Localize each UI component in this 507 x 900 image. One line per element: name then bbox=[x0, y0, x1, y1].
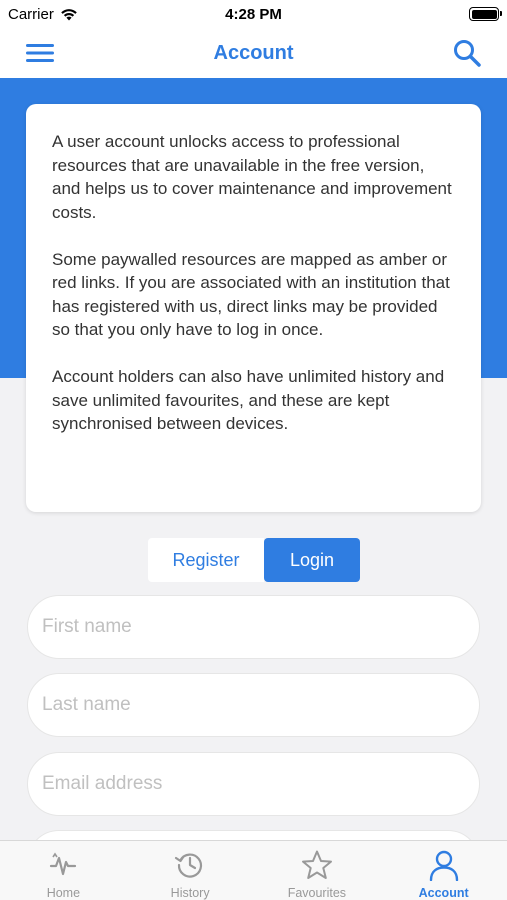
user-icon bbox=[427, 848, 461, 882]
info-paragraph-3: Account holders can also have unlimited … bbox=[52, 367, 445, 433]
info-paragraph-2: Some paywalled resources are mapped as a… bbox=[52, 249, 450, 340]
battery-icon bbox=[469, 7, 502, 21]
first-name-input[interactable] bbox=[27, 595, 480, 659]
tab-label-account: Account bbox=[418, 886, 469, 900]
info-paragraph-1: A user account unlocks access to profess… bbox=[52, 132, 452, 222]
email-input[interactable] bbox=[27, 752, 480, 816]
tab-label-favourites: Favourites bbox=[287, 886, 347, 900]
status-bar: Carrier 4:28 PM bbox=[0, 0, 507, 28]
star-icon bbox=[300, 848, 334, 882]
page-title: Account bbox=[213, 41, 294, 64]
tab-history[interactable]: History bbox=[127, 841, 254, 900]
tab-home[interactable]: Home bbox=[0, 841, 127, 900]
heartbeat-icon bbox=[46, 848, 80, 882]
history-icon bbox=[173, 848, 207, 882]
tab-bar: Home History Favourites Account bbox=[0, 840, 507, 900]
tab-label-home: Home bbox=[46, 886, 81, 900]
tab-label-history: History bbox=[170, 886, 210, 900]
carrier-info: Carrier bbox=[8, 6, 188, 23]
last-name-input[interactable] bbox=[27, 673, 480, 737]
auth-toggle: Register Login bbox=[148, 538, 360, 582]
register-tab[interactable]: Register bbox=[148, 538, 264, 582]
tab-account[interactable]: Account bbox=[380, 841, 507, 900]
nav-bar: Account bbox=[0, 28, 507, 78]
hamburger-menu-icon[interactable] bbox=[24, 37, 56, 69]
wifi-icon bbox=[61, 8, 77, 20]
tab-favourites[interactable]: Favourites bbox=[254, 841, 381, 900]
info-card: A user account unlocks access to profess… bbox=[26, 104, 481, 512]
carrier-label: Carrier bbox=[8, 5, 54, 23]
status-time: 4:28 PM bbox=[225, 5, 282, 23]
login-tab[interactable]: Login bbox=[264, 538, 360, 582]
search-icon[interactable] bbox=[451, 37, 483, 69]
